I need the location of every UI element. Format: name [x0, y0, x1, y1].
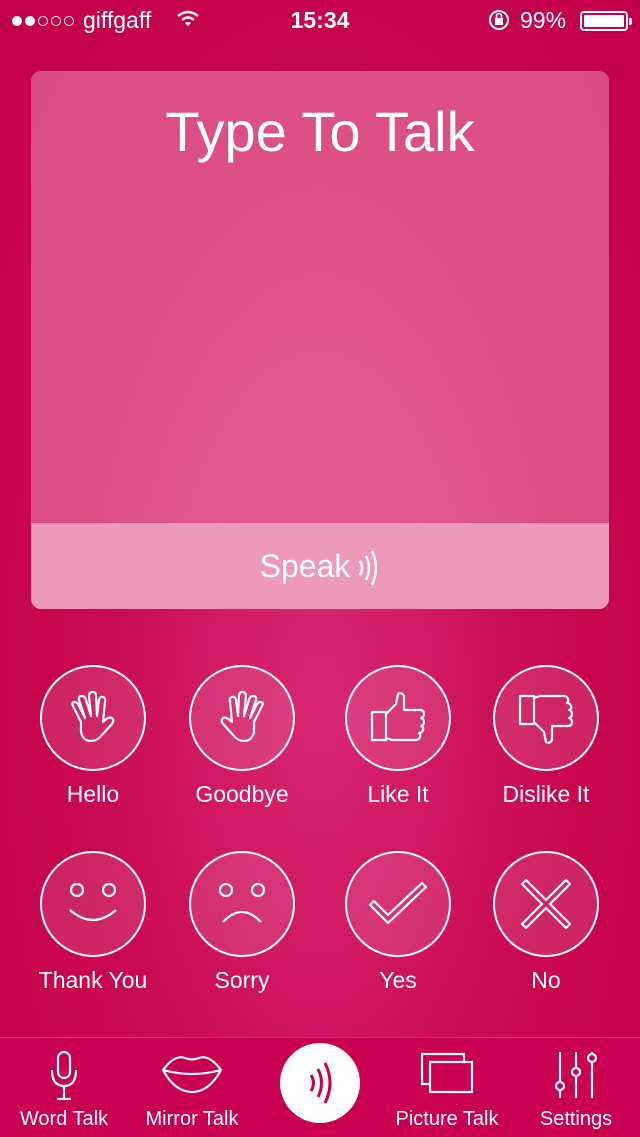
phrase-like-it-button[interactable]: Like It	[323, 665, 473, 808]
phrase-dislike-it-button[interactable]: Dislike It	[471, 665, 621, 808]
battery-icon	[580, 11, 632, 31]
thumbs-down-icon	[493, 665, 599, 771]
battery-percent: 99%	[520, 7, 567, 33]
cross-icon	[493, 851, 599, 957]
phrase-label: Yes	[379, 967, 417, 993]
phrase-label: Thank You	[38, 967, 148, 993]
tab-word-talk[interactable]: Word Talk	[8, 1038, 120, 1137]
speak-label: Speak	[259, 547, 351, 584]
type-to-talk-card[interactable]: Type To Talk Speak	[31, 71, 609, 609]
tab-label: Picture Talk	[395, 1108, 499, 1130]
wave-hand-icon	[40, 665, 146, 771]
phrase-sorry-button[interactable]: Sorry	[167, 851, 317, 994]
tab-picture-talk[interactable]: Picture Talk	[391, 1038, 503, 1137]
phrase-label: Like It	[367, 781, 429, 807]
speak-now-button[interactable]	[280, 1043, 360, 1123]
sound-waves-icon	[309, 1062, 332, 1104]
phrase-label: Hello	[66, 781, 120, 807]
sound-waves-icon	[359, 550, 378, 586]
status-bar: giffgaff 15:34 99%	[0, 0, 640, 40]
phrase-goodbye-button[interactable]: Goodbye	[167, 665, 317, 808]
phrase-no-button[interactable]: No	[471, 851, 621, 994]
smile-face-icon	[40, 851, 146, 957]
sad-face-icon	[189, 851, 295, 957]
phrase-yes-button[interactable]: Yes	[323, 851, 473, 994]
phrase-thank-you-button[interactable]: Thank You	[18, 851, 168, 994]
rotation-lock-icon	[489, 10, 509, 30]
phrase-label: Sorry	[214, 967, 270, 993]
check-icon	[345, 851, 451, 957]
pictures-icon	[420, 1052, 474, 1094]
wave-hand-icon	[189, 665, 295, 771]
card-title: Type To Talk	[165, 100, 475, 163]
tab-label: Mirror Talk	[145, 1108, 239, 1130]
tab-label: Settings	[539, 1108, 613, 1130]
tab-label: Word Talk	[19, 1108, 109, 1130]
thumbs-up-icon	[345, 665, 451, 771]
phrase-label: Dislike It	[502, 781, 590, 807]
sliders-icon	[554, 1052, 598, 1098]
tab-settings[interactable]: Settings	[520, 1038, 632, 1137]
tab-mirror-talk[interactable]: Mirror Talk	[136, 1038, 248, 1137]
phrase-hello-button[interactable]: Hello	[18, 665, 168, 808]
speak-button[interactable]: Speak	[31, 523, 609, 609]
phrase-label: Goodbye	[195, 781, 289, 807]
phrase-label: No	[531, 967, 561, 993]
lips-icon	[161, 1056, 223, 1094]
microphone-icon	[50, 1050, 78, 1101]
